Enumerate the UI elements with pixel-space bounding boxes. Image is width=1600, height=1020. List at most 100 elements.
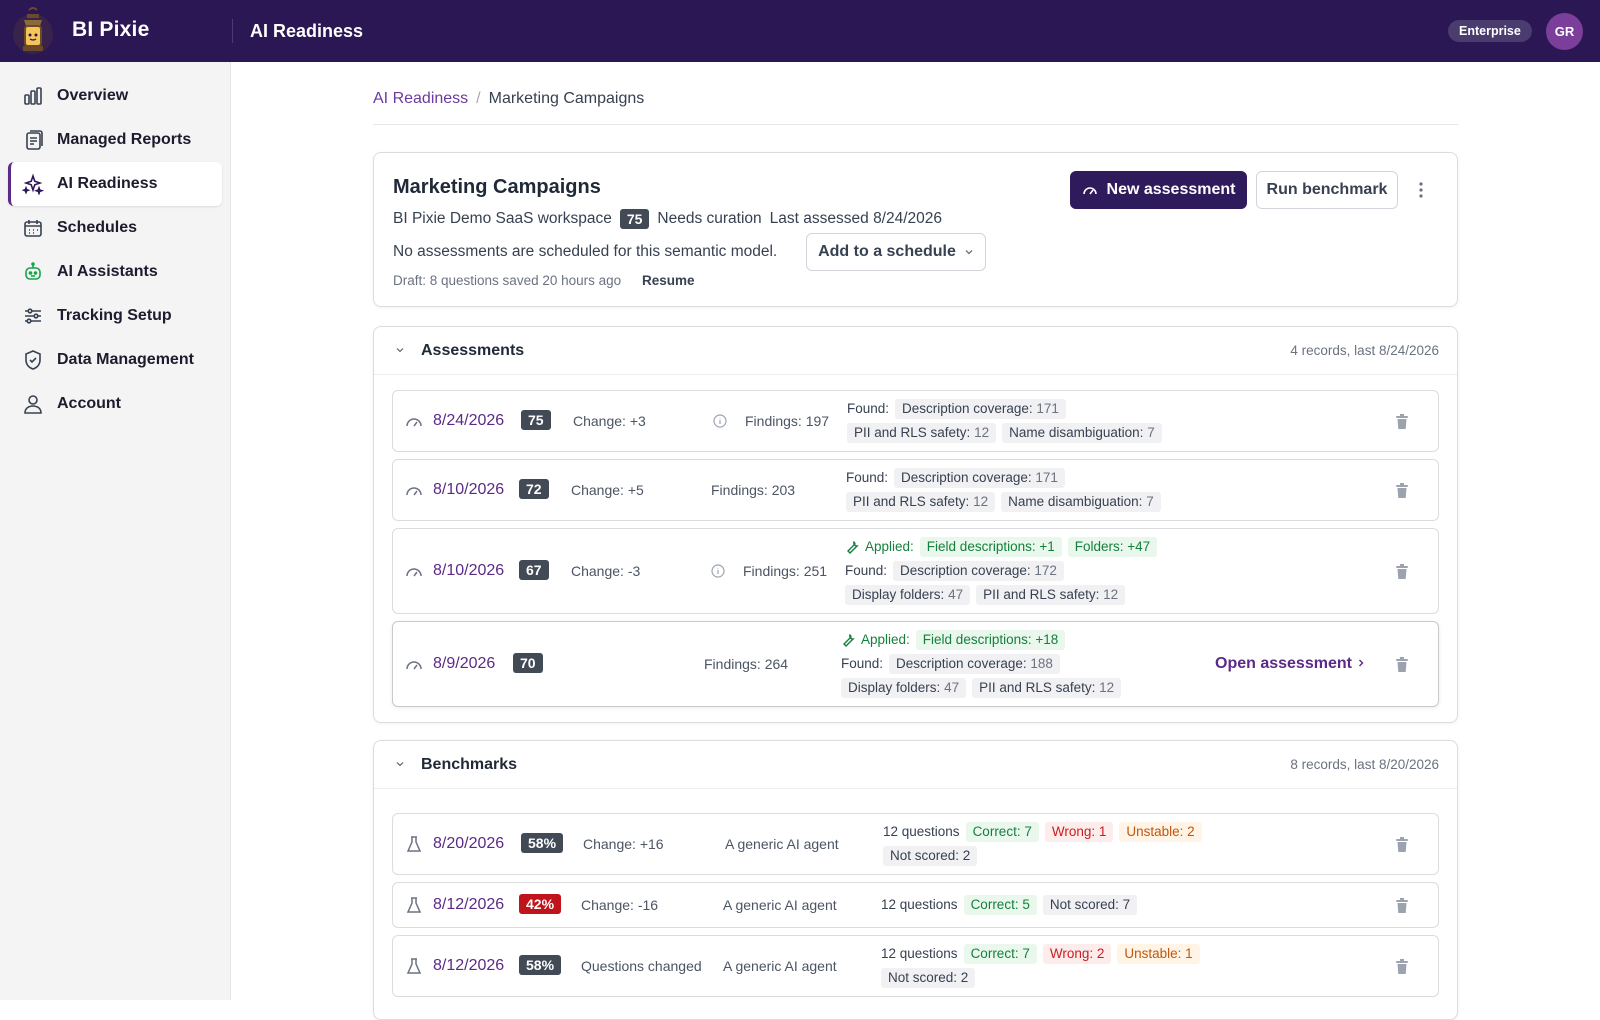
- flask-icon: [406, 958, 422, 974]
- sidebar-item-overview[interactable]: Overview: [8, 74, 222, 118]
- score-badge: 58%: [519, 955, 562, 975]
- assessment-date-link[interactable]: 8/24/2026: [433, 412, 504, 430]
- sidebar-item-account[interactable]: Account: [8, 382, 222, 426]
- agent-name: A generic AI agent: [725, 836, 839, 852]
- calendar-icon: [24, 220, 42, 237]
- change-text: Change: +16: [583, 836, 664, 852]
- not-scored-tag: Not scored: 2: [881, 968, 976, 988]
- brand-name[interactable]: BI Pixie: [72, 18, 149, 42]
- user-avatar[interactable]: GR: [1546, 13, 1583, 50]
- benchmark-date-link[interactable]: 8/12/2026: [433, 896, 504, 914]
- last-assessed: Last assessed 8/24/2026: [769, 210, 943, 227]
- model-title: Marketing Campaigns: [393, 176, 601, 198]
- score-badge: 42%: [519, 894, 562, 914]
- section-summary: 8 records, last 8/20/2026: [1290, 757, 1439, 772]
- schedule-status: No assessments are scheduled for this se…: [393, 243, 778, 260]
- sidebar-item-tracking-setup[interactable]: Tracking Setup: [8, 294, 222, 338]
- trash-icon[interactable]: [1395, 898, 1409, 914]
- resume-link[interactable]: Resume: [642, 273, 695, 288]
- breadcrumb: AI Readiness / Marketing Campaigns: [373, 90, 644, 108]
- questions-count: 12 questions: [881, 946, 958, 961]
- found-tags: Found: Description coverage: 171 PII and …: [847, 397, 1162, 445]
- trash-icon[interactable]: [1395, 564, 1409, 580]
- score-badge: 70: [513, 653, 543, 673]
- finding-tag: PII and RLS safety: 12: [972, 678, 1122, 698]
- trash-icon[interactable]: [1395, 483, 1409, 499]
- sidebar-item-ai-readiness[interactable]: AI Readiness: [8, 162, 222, 206]
- correct-tag: Correct: 5: [963, 895, 1037, 915]
- page-title: AI Readiness: [250, 21, 364, 41]
- sidebar-item-label: Overview: [57, 87, 129, 104]
- chevron-down-icon[interactable]: [394, 344, 406, 356]
- found-label: Found:: [845, 563, 888, 578]
- agent-name: A generic AI agent: [723, 897, 837, 913]
- applied-label: Applied:: [865, 539, 914, 554]
- result-tags: 12 questions Correct: 7 Wrong: 2 Unstabl…: [881, 942, 1200, 990]
- found-label: Found:: [847, 401, 890, 416]
- sidebar-item-label: AI Assistants: [57, 263, 158, 280]
- sidebar-item-schedules[interactable]: Schedules: [8, 206, 222, 250]
- more-options-icon[interactable]: [1409, 177, 1433, 203]
- status-text: Needs curation: [657, 210, 762, 227]
- new-assessment-button[interactable]: New assessment: [1070, 171, 1247, 209]
- finding-tag: PII and RLS safety: 12: [846, 492, 996, 512]
- change-text: Change: -3: [571, 563, 641, 579]
- section-title: Assessments: [421, 342, 525, 359]
- unstable-tag: Unstable: 1: [1117, 944, 1200, 964]
- assessment-date-link[interactable]: 8/10/2026: [433, 562, 504, 580]
- run-benchmark-button[interactable]: Run benchmark: [1256, 171, 1398, 209]
- gauge-icon: [406, 487, 422, 496]
- open-assessment-link[interactable]: Open assessment: [1215, 655, 1366, 673]
- section-title: Benchmarks: [421, 756, 518, 773]
- trash-icon[interactable]: [1395, 959, 1409, 975]
- trash-icon[interactable]: [1395, 837, 1409, 853]
- unstable-tag: Unstable: 2: [1119, 822, 1202, 842]
- button-label: New assessment: [1106, 181, 1236, 198]
- assessment-date-link[interactable]: 8/9/2026: [433, 655, 495, 673]
- questions-count: 12 questions: [881, 897, 958, 912]
- found-label: Found:: [846, 470, 889, 485]
- user-icon: [24, 395, 42, 414]
- assessment-date-link[interactable]: 8/10/2026: [433, 481, 504, 499]
- shield-icon: [25, 350, 41, 370]
- sidebar-item-managed-reports[interactable]: Managed Reports: [8, 118, 222, 162]
- finding-tags: Applied: Field descriptions: +1 Folders:…: [845, 535, 1158, 607]
- bar-chart-icon: [24, 87, 42, 105]
- info-icon[interactable]: [711, 564, 725, 578]
- finding-tag: PII and RLS safety: 12: [976, 585, 1126, 605]
- assessment-row[interactable]: 8/9/2026 70 Findings: 264 Applied: Field…: [392, 621, 1439, 707]
- finding-tag: Display folders: 47: [841, 678, 967, 698]
- finding-tag: Display folders: 47: [845, 585, 971, 605]
- agent-name: A generic AI agent: [723, 958, 837, 974]
- info-icon[interactable]: [713, 414, 727, 428]
- trash-icon[interactable]: [1395, 414, 1409, 430]
- benchmark-row[interactable]: 8/12/2026 58% Questions changed A generi…: [392, 935, 1439, 997]
- change-text: Questions changed: [581, 958, 702, 974]
- benchmark-date-link[interactable]: 8/12/2026: [433, 957, 504, 975]
- wrench-icon: [843, 633, 855, 647]
- sidebar-item-label: Account: [57, 395, 121, 412]
- benchmark-row[interactable]: 8/12/2026 42% Change: -16 A generic AI a…: [392, 882, 1439, 928]
- finding-tag: Description coverage: 172: [893, 561, 1064, 581]
- report-stack-icon: [26, 130, 43, 150]
- sidebar-item-data-management[interactable]: Data Management: [8, 338, 222, 382]
- benchmark-row[interactable]: 8/20/2026 58% Change: +16 A generic AI a…: [392, 813, 1439, 875]
- benchmarks-header[interactable]: Benchmarks 8 records, last 8/20/2026: [374, 741, 1457, 789]
- change-text: Change: -16: [581, 897, 659, 913]
- gauge-icon: [406, 568, 422, 577]
- lantern-logo-icon[interactable]: [10, 6, 56, 58]
- assessments-header[interactable]: Assessments 4 records, last 8/24/2026: [374, 327, 1457, 375]
- findings-count: Findings: 197: [745, 413, 830, 429]
- assessment-row[interactable]: 8/10/2026 72 Change: +5 Findings: 203 Fo…: [392, 459, 1439, 521]
- assessment-row[interactable]: 8/10/2026 67 Change: -3 Findings: 251 Ap…: [392, 528, 1439, 614]
- trash-icon[interactable]: [1395, 657, 1409, 673]
- chevron-down-icon[interactable]: [394, 758, 406, 770]
- add-to-schedule-dropdown[interactable]: Add to a schedule: [806, 233, 986, 271]
- gauge-icon: [1082, 187, 1097, 195]
- score-badge: 75: [619, 209, 650, 229]
- assessment-row[interactable]: 8/24/2026 75 Change: +3 Findings: 197 Fo…: [392, 390, 1439, 452]
- chevron-right-icon: [1359, 659, 1364, 667]
- benchmark-date-link[interactable]: 8/20/2026: [433, 835, 504, 853]
- sidebar-item-ai-assistants[interactable]: AI Assistants: [8, 250, 222, 294]
- breadcrumb-link[interactable]: AI Readiness: [373, 90, 468, 108]
